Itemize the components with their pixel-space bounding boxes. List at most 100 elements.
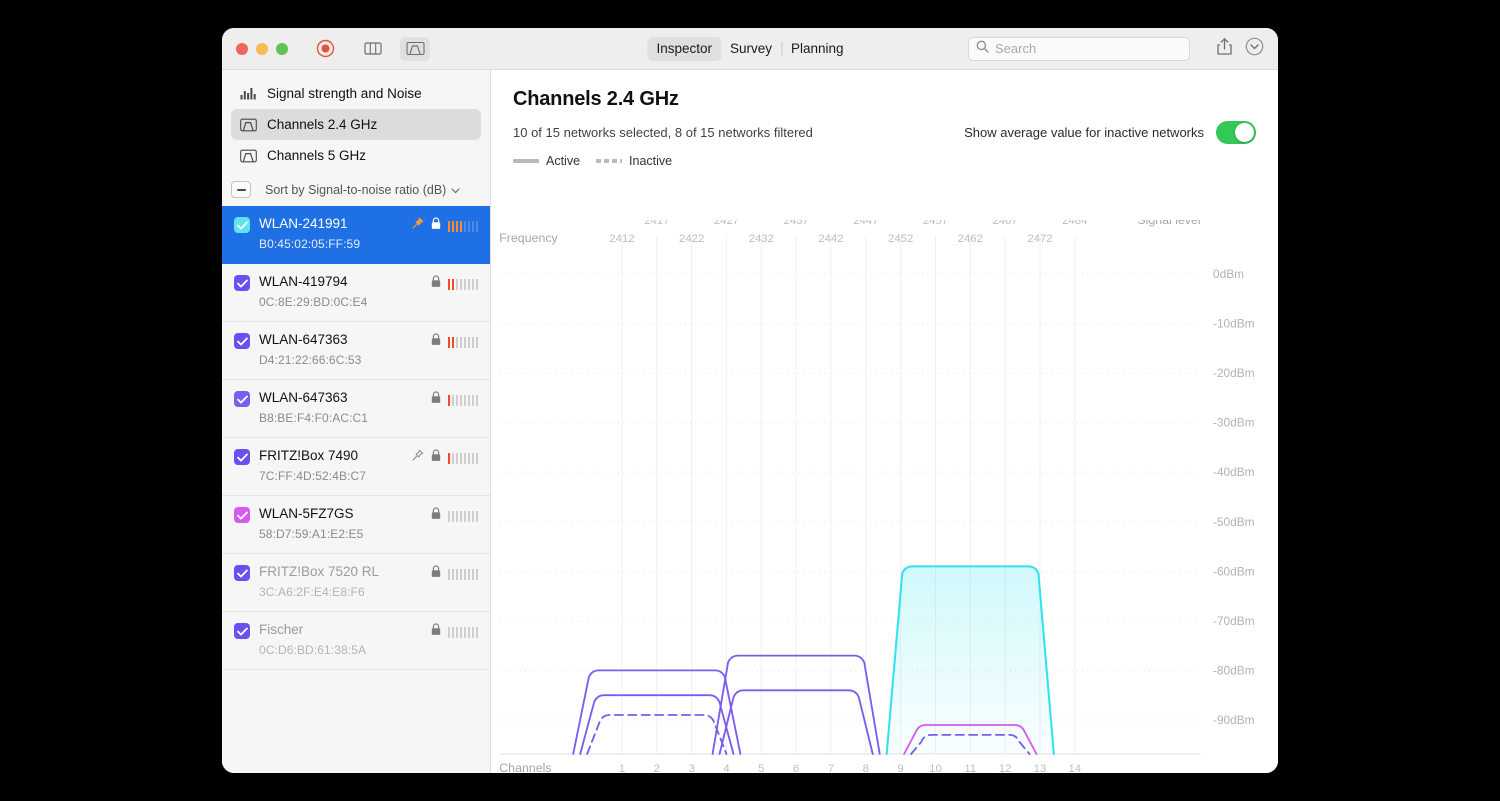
legend-label: Inactive	[629, 154, 673, 168]
chart-series	[572, 565, 1055, 755]
solid-line-icon	[513, 159, 539, 163]
signal-strength-bars	[447, 336, 478, 348]
network-ssid: WLAN-419794	[259, 274, 348, 289]
network-text: FRITZ!Box 7520 RL 3C:A6:2F:E4:E8:F6	[259, 563, 422, 601]
legend-item-active: Active	[513, 154, 580, 168]
chart-svg: 0dBm -10dBm -20dBm -30dBm -40dBm -50dBm -60dBm…	[499, 220, 1255, 773]
collapse-button[interactable]	[231, 181, 251, 198]
channel-tick-label: 13	[1034, 763, 1047, 773]
network-list[interactable]: WLAN-241991 B0:45:02:05:FF:59 WLAN-419794 0…	[222, 206, 490, 773]
y-axis-tick-label: -40dBm	[1213, 466, 1255, 479]
frequency-tick-label: 2442	[818, 233, 843, 245]
network-bssid: B0:45:02:05:FF:59	[259, 237, 361, 251]
network-meta	[431, 391, 478, 409]
channels-chart[interactable]: 0dBm -10dBm -20dBm -30dBm -40dBm -50dBm -60dBm…	[491, 220, 1278, 773]
network-row[interactable]: WLAN-419794 0C:8E:29:BD:0C:E4	[222, 264, 490, 322]
tab-survey[interactable]: Survey	[721, 37, 781, 61]
network-row[interactable]: WLAN-241991 B0:45:02:05:FF:59	[222, 206, 490, 264]
maximize-button[interactable]	[276, 42, 288, 55]
search-field[interactable]	[968, 36, 1190, 61]
network-text: WLAN-5FZ7GS 58:D7:59:A1:E2:E5	[259, 505, 422, 543]
network-ssid: WLAN-5FZ7GS	[259, 506, 354, 521]
lock-icon	[431, 623, 441, 641]
chart-axis-labels: 0dBm -10dBm -20dBm -30dBm -40dBm -50dBm -60dBm…	[499, 220, 1254, 773]
columns-icon[interactable]	[358, 37, 388, 61]
search-input[interactable]	[995, 41, 1182, 56]
network-text: WLAN-647363 D4:21:22:66:6C:53	[259, 331, 422, 369]
x-axis-title-frequency: Frequency	[499, 231, 558, 245]
x-axis-title-channels: Channels	[499, 761, 551, 773]
sort-row: Sort by Signal-to-noise ratio (dB)	[222, 171, 490, 206]
tab-inspector[interactable]: Inspector	[647, 36, 721, 61]
desktop-background: Inspector Survey Planning Search Signal …	[0, 0, 1500, 801]
channel-tick-label: 8	[863, 763, 869, 773]
traffic-lights	[236, 42, 288, 55]
network-meta	[411, 449, 478, 467]
sidebar-item-channels-24ghz[interactable]: Channels 2.4 GHz	[231, 109, 481, 140]
frequency-tick-label: 2457	[923, 220, 948, 227]
channel-tick-label: 7	[828, 763, 834, 773]
network-checkbox[interactable]	[234, 217, 250, 233]
channel-tick-label: 3	[689, 763, 695, 773]
signal-strength-bars	[447, 394, 478, 406]
network-row[interactable]: WLAN-5FZ7GS 58:D7:59:A1:E2:E5	[222, 496, 490, 554]
sidebar-nav: Signal strength and Noise Channels 2.4 G…	[222, 70, 490, 171]
window-body: Signal strength and Noise Channels 2.4 G…	[222, 70, 1278, 773]
network-text: WLAN-647363 B8:BE:F4:F0:AC:C1	[259, 389, 422, 427]
network-checkbox[interactable]	[234, 565, 250, 581]
y-axis-tick-label: -30dBm	[1213, 417, 1255, 430]
network-checkbox[interactable]	[234, 623, 250, 639]
frequency-tick-label: 2447	[853, 220, 878, 227]
frequency-tick-label: 2462	[958, 233, 983, 245]
pin-icon[interactable]	[411, 449, 424, 467]
sidebar-item-channels-5ghz[interactable]: Channels 5 GHz	[231, 140, 481, 171]
titlebar-right-icons	[1216, 37, 1264, 61]
channel-tick-label: 2	[654, 763, 660, 773]
network-bssid: 7C:FF:4D:52:4B:C7	[259, 469, 367, 483]
sidebar-item-label: Channels 5 GHz	[267, 148, 367, 163]
app-window: Inspector Survey Planning Search Signal …	[222, 28, 1278, 773]
channel-tick-label: 12	[999, 763, 1012, 773]
network-bssid: 0C:8E:29:BD:0C:E4	[259, 295, 368, 309]
channel-tick-label: 6	[793, 763, 799, 773]
network-row[interactable]: FRITZ!Box 7490 7C:FF:4D:52:4B:C7	[222, 438, 490, 496]
network-meta	[431, 565, 478, 583]
page-title: Channels 2.4 GHz	[513, 88, 679, 110]
y-axis-tick-label: -90dBm	[1213, 714, 1255, 727]
close-button[interactable]	[236, 42, 248, 55]
tab-planning[interactable]: Planning	[782, 37, 853, 61]
y-axis-tick-label: -70dBm	[1213, 615, 1255, 628]
network-checkbox[interactable]	[234, 333, 250, 349]
network-meta	[431, 623, 478, 641]
y-axis-tick-label: -10dBm	[1213, 318, 1255, 331]
network-meta	[431, 333, 478, 351]
pin-icon[interactable]	[411, 217, 424, 235]
network-checkbox[interactable]	[234, 275, 250, 291]
minimize-button[interactable]	[256, 42, 268, 55]
inactive-average-toggle[interactable]	[1216, 121, 1256, 144]
y-axis-tick-label: 0dBm	[1213, 268, 1244, 281]
share-icon[interactable]	[1216, 37, 1233, 61]
main-content: Channels 2.4 GHz 10 of 15 networks selec…	[491, 70, 1278, 773]
dashed-line-icon	[596, 159, 623, 163]
frequency-tick-label: 2432	[749, 233, 774, 245]
network-checkbox[interactable]	[234, 391, 250, 407]
record-icon[interactable]	[310, 37, 340, 61]
sidebar-item-label: Signal strength and Noise	[267, 86, 422, 101]
chevron-down-circle-icon[interactable]	[1245, 37, 1264, 61]
chart-legend: Active Inactive	[513, 154, 1256, 168]
y-axis-tick-label: -50dBm	[1213, 516, 1255, 529]
network-row[interactable]: WLAN-647363 B8:BE:F4:F0:AC:C1	[222, 380, 490, 438]
network-row[interactable]: WLAN-647363 D4:21:22:66:6C:53	[222, 322, 490, 380]
lock-icon	[431, 565, 441, 583]
sidebar-item-signal-strength-and-noise[interactable]: Signal strength and Noise	[231, 78, 481, 109]
channels-icon[interactable]	[400, 36, 430, 61]
network-row[interactable]: FRITZ!Box 7520 RL 3C:A6:2F:E4:E8:F6	[222, 554, 490, 612]
network-checkbox[interactable]	[234, 507, 250, 523]
network-row[interactable]: Fischer 0C:D6:BD:61:38:5A	[222, 612, 490, 670]
network-checkbox[interactable]	[234, 449, 250, 465]
signal-strength-bars	[447, 452, 478, 464]
frequency-tick-label: 2417	[644, 220, 669, 227]
window-titlebar: Inspector Survey Planning	[222, 28, 1278, 70]
sort-dropdown[interactable]: Sort by Signal-to-noise ratio (dB)	[265, 183, 460, 197]
